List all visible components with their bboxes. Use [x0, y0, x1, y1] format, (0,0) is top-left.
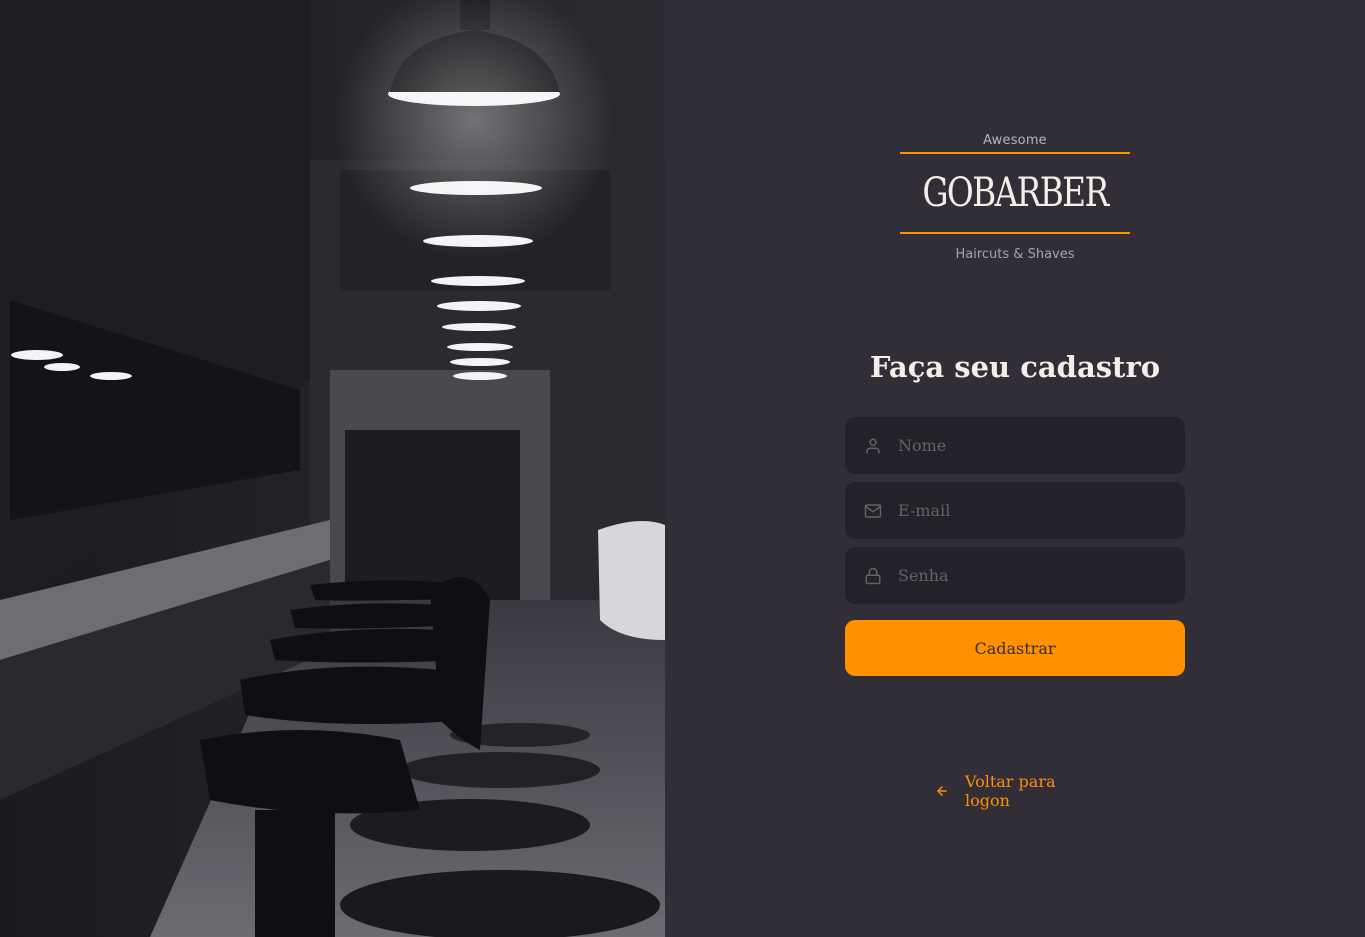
password-field[interactable] [845, 547, 1185, 604]
logo-top-text: Awesome [983, 133, 1047, 148]
lock-icon [864, 567, 882, 585]
signup-submit-button[interactable]: Cadastrar [845, 620, 1185, 676]
email-field[interactable] [845, 482, 1185, 539]
password-input[interactable] [898, 547, 1185, 604]
mail-icon [864, 502, 882, 520]
logo-brand-name: GOBARBER [922, 170, 1109, 216]
gobarber-logo: Awesome GOBARBER Haircuts & Shaves [900, 130, 1130, 275]
barbershop-background-image [0, 0, 665, 937]
user-icon [864, 437, 882, 455]
signup-panel: Awesome GOBARBER Haircuts & Shaves Faça … [665, 0, 1365, 937]
arrow-left-icon [935, 784, 949, 798]
logo-bottom-text: Haircuts & Shaves [955, 247, 1075, 262]
email-input[interactable] [898, 482, 1185, 539]
name-input[interactable] [898, 417, 1185, 474]
page-title: Faça seu cadastro [869, 350, 1161, 384]
back-to-logon-link[interactable]: Voltar para logon [935, 772, 1105, 810]
logo-brand-row: GOBARBER [900, 154, 1130, 232]
name-field[interactable] [845, 417, 1185, 474]
back-link-label: Voltar para logon [965, 772, 1056, 810]
